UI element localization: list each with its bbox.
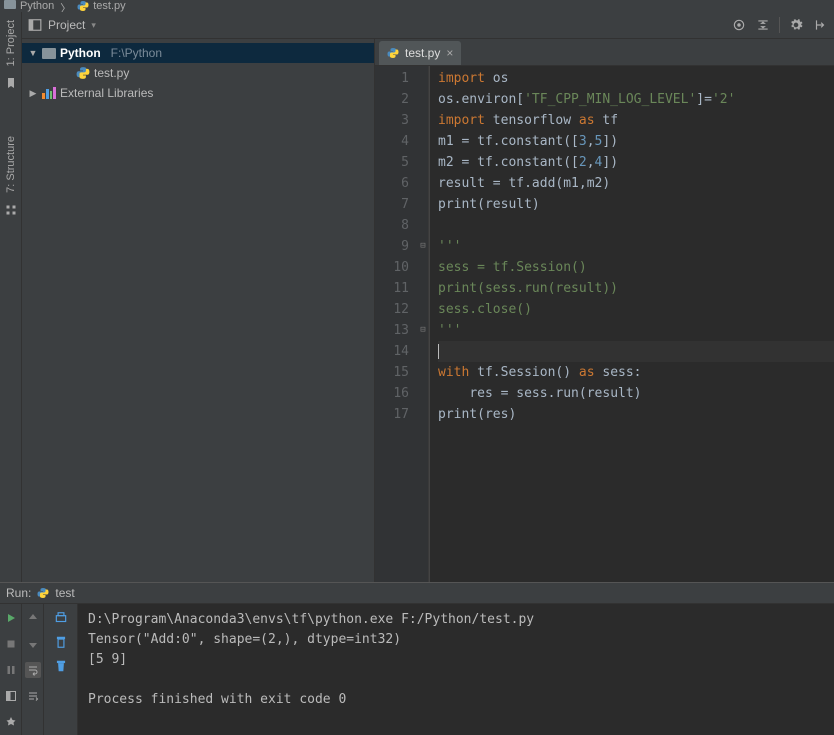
tree-external-libraries[interactable]: ▶ External Libraries [22,83,374,103]
gutter-line: 4 [375,131,409,152]
gutter-line: 7 [375,194,409,215]
code-line[interactable]: sess.close() [438,299,834,320]
tree-file[interactable]: test.py [22,63,374,83]
code-line[interactable]: sess = tf.Session() [438,257,834,278]
tool-structure[interactable]: 7: Structure [5,132,17,197]
editor-tab-label: test.py [405,46,440,60]
left-tool-strip: 1: Project 7: Structure [0,12,22,582]
run-toolcol-b [22,604,44,735]
chevron-right-icon: ▶ [28,88,38,99]
fold-marker[interactable]: ⊟ [418,325,428,335]
code-line[interactable]: import tensorflow as tf [438,110,834,131]
breadcrumb: Python 〉 test.py [0,0,834,12]
gutter-line: 1 [375,68,409,89]
up-button[interactable] [25,610,41,626]
gutter-line: 12 [375,299,409,320]
fold-marker[interactable]: ⊟ [418,241,428,251]
python-file-icon [387,47,399,59]
code-line[interactable] [438,215,834,236]
code-line[interactable]: print(res) [438,404,834,425]
gutter-line: 10 [375,257,409,278]
gutter-line: 8 [375,215,409,236]
editor-tab-bar: test.py × [375,39,834,66]
bookmark-icon[interactable] [4,76,18,90]
project-combo[interactable]: Project ▾ [28,18,96,32]
print-button[interactable] [53,610,69,626]
tree-root[interactable]: ▼ Python F:\Python [22,43,374,63]
chevron-down-icon: ▾ [91,20,96,31]
code-line[interactable]: ''' [438,236,834,257]
run-panel: D:\Program\Anaconda3\envs\tf\python.exe … [0,604,834,735]
python-file-icon [76,66,90,80]
external-libraries-icon [42,87,56,99]
project-header: Project ▾ [22,12,834,39]
gear-icon[interactable] [788,17,804,33]
gutter-line: 9 [375,236,409,257]
clear-button[interactable] [53,634,69,650]
gutter-line: 16 [375,383,409,404]
run-toolcol-c [44,604,78,735]
python-file-icon [37,587,49,599]
code-line[interactable]: print(sess.run(result)) [438,278,834,299]
code-line[interactable]: m2 = tf.constant([2,4]) [438,152,834,173]
code-line[interactable] [438,341,834,362]
gutter-line: 11 [375,278,409,299]
breadcrumb-root[interactable]: Python [20,0,54,12]
tool-project[interactable]: 1: Project [5,16,17,70]
python-file-icon [77,0,89,12]
run-header: Run: test [0,582,834,604]
gutter-line: 14 [375,341,409,362]
code-line[interactable]: result = tf.add(m1,m2) [438,173,834,194]
stop-button[interactable] [3,636,19,652]
code-line[interactable]: res = sess.run(result) [438,383,834,404]
folder-icon [42,48,56,59]
editor-tab[interactable]: test.py × [379,41,461,65]
code-line[interactable]: m1 = tf.constant([3,5]) [438,131,834,152]
code-editor[interactable]: 1234567891011121314151617 ⊟⊟ import osos… [375,66,834,582]
gutter-line: 3 [375,110,409,131]
collapse-all-icon[interactable] [755,17,771,33]
locate-icon[interactable] [731,17,747,33]
gutter-line: 15 [375,362,409,383]
run-console[interactable]: D:\Program\Anaconda3\envs\tf\python.exe … [78,604,834,735]
project-tree: ▼ Python F:\Python test.py ▶ [22,39,375,582]
scroll-to-end-button[interactable] [25,688,41,704]
caret [438,344,439,359]
code-line[interactable]: ''' [438,320,834,341]
gutter-line: 13 [375,320,409,341]
code-line[interactable]: import os [438,68,834,89]
rerun-button[interactable] [3,610,19,626]
breadcrumb-file[interactable]: test.py [93,0,125,12]
close-icon[interactable]: × [446,46,453,60]
hide-icon[interactable] [812,17,828,33]
code-line[interactable]: print(result) [438,194,834,215]
run-toolcol-a [0,604,22,735]
chevron-down-icon: ▼ [28,48,38,58]
project-pane-icon [28,18,42,32]
gutter-line: 6 [375,173,409,194]
code-line[interactable]: os.environ['TF_CPP_MIN_LOG_LEVEL']='2' [438,89,834,110]
code-line[interactable]: with tf.Session() as sess: [438,362,834,383]
down-button[interactable] [25,636,41,652]
structure-icon[interactable] [4,203,18,217]
pause-button[interactable] [3,662,19,678]
pin-button[interactable] [3,714,19,730]
restore-layout-button[interactable] [3,688,19,704]
gutter-line: 17 [375,404,409,425]
gutter-line: 5 [375,152,409,173]
gutter-line: 2 [375,89,409,110]
soft-wrap-button[interactable] [25,662,41,678]
folder-icon [4,0,16,9]
run-header-label: Run: [6,586,31,600]
run-config-name: test [55,586,74,600]
trash-button[interactable] [53,658,69,674]
